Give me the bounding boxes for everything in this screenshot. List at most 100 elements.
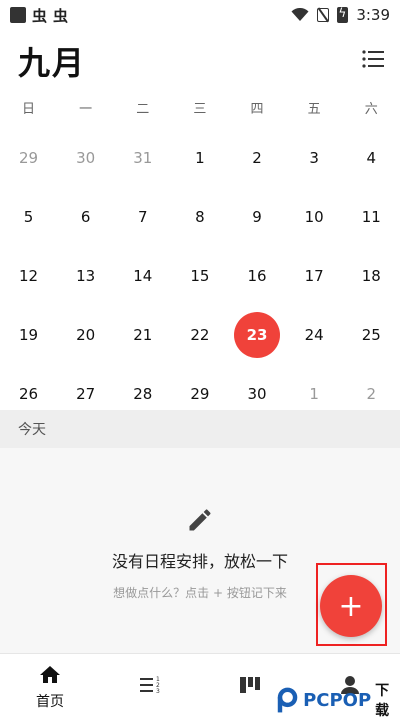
calendar-day-number: 28 xyxy=(133,384,153,403)
calendar-day[interactable]: 1 xyxy=(171,136,228,180)
calendar-day-number: 1 xyxy=(195,148,205,167)
pencil-icon xyxy=(189,509,211,531)
calendar-day-number: 14 xyxy=(133,266,153,285)
calendar-day[interactable]: 1 xyxy=(286,372,343,416)
calendar-day[interactable]: 14 xyxy=(114,254,171,298)
today-label: 今天 xyxy=(18,422,46,438)
calendar-week-row: 12 13 14 15 16 17 18 xyxy=(0,246,400,305)
calendar-day-number: 11 xyxy=(361,207,381,226)
calendar-day-number: 23 xyxy=(234,311,281,358)
calendar-day-number: 18 xyxy=(361,266,381,285)
calendar-day-number: 1 xyxy=(309,384,319,403)
calendar-day-number: 22 xyxy=(190,325,210,344)
calendar-day[interactable]: 20 xyxy=(57,313,114,357)
calendar-day[interactable]: 11 xyxy=(343,195,400,239)
calendar-day-number: 13 xyxy=(76,266,96,285)
calendar-day-number: 2 xyxy=(366,384,377,403)
calendar-day-number: 7 xyxy=(138,207,148,226)
today-section-header: 今天 xyxy=(0,410,400,448)
notification-icon-2: 虫 xyxy=(53,6,69,25)
calendar-day-number: 21 xyxy=(133,325,153,344)
list-icon[interactable] xyxy=(362,49,384,69)
status-left: 虫 虫 xyxy=(10,5,68,26)
nav-label-home: 首页 xyxy=(36,694,64,710)
calendar-day-number: 24 xyxy=(304,325,324,344)
calendar-day-today[interactable]: 23 xyxy=(229,311,286,358)
weekday-label: 日 xyxy=(22,102,36,117)
calendar-day-number: 29 xyxy=(19,148,39,167)
status-time: 3:39 xyxy=(356,6,390,24)
calendar-day[interactable]: 2 xyxy=(229,136,286,180)
calendar-day[interactable]: 7 xyxy=(114,195,171,239)
calendar-day[interactable]: 2 xyxy=(343,372,400,416)
calendar-day[interactable]: 13 xyxy=(57,254,114,298)
calendar-day[interactable]: 31 xyxy=(114,136,171,180)
calendar-day-number: 30 xyxy=(247,384,267,403)
weekday-header: 日 一 二 三 四 五 六 xyxy=(0,98,400,117)
calendar-day[interactable]: 27 xyxy=(57,372,114,416)
weekday-label: 一 xyxy=(79,102,93,117)
battery-charging-icon xyxy=(337,6,349,23)
calendar-day-number: 19 xyxy=(19,325,39,344)
calendar-day[interactable]: 21 xyxy=(114,313,171,357)
calendar-day[interactable]: 10 xyxy=(286,195,343,239)
nav-item-list[interactable]: 1 2 3 xyxy=(100,654,200,720)
calendar-day-number: 4 xyxy=(366,148,377,167)
calendar-day[interactable]: 28 xyxy=(114,372,171,416)
calendar-day[interactable]: 4 xyxy=(343,136,400,180)
calendar-day-number: 26 xyxy=(19,384,39,403)
calendar-day-number: 3 xyxy=(309,148,319,167)
calendar-day-number: 15 xyxy=(190,266,210,285)
calendar-day-number: 8 xyxy=(195,207,205,226)
calendar-day-number: 9 xyxy=(252,207,262,226)
calendar-day-number: 31 xyxy=(133,148,153,167)
calendar-grid: 29 30 31 1 2 3 4 5 6 7 8 9 10 11 12 13 14 15 16 17 18 19 20 21 2… xyxy=(0,128,400,423)
calendar-day[interactable]: 8 xyxy=(171,195,228,239)
home-icon xyxy=(40,666,60,683)
weekday-label: 五 xyxy=(307,102,321,117)
calendar-day-number: 16 xyxy=(247,266,267,285)
calendar-day[interactable]: 29 xyxy=(0,136,57,180)
calendar-day[interactable]: 5 xyxy=(0,195,57,239)
calendar-week-row: 5 6 7 8 9 10 11 xyxy=(0,187,400,246)
add-event-button[interactable]: + xyxy=(320,575,382,637)
calendar-day[interactable]: 6 xyxy=(57,195,114,239)
calendar-week-row: 29 30 31 1 2 3 4 xyxy=(0,128,400,187)
weekday-label: 三 xyxy=(193,102,207,117)
calendar-day[interactable]: 25 xyxy=(343,313,400,357)
calendar-day[interactable]: 30 xyxy=(229,372,286,416)
board-icon xyxy=(240,677,260,693)
calendar-day[interactable]: 12 xyxy=(0,254,57,298)
calendar-day-number: 30 xyxy=(76,148,96,167)
app-square-icon xyxy=(10,7,26,23)
watermark-suffix: 下载 xyxy=(375,683,390,719)
pcpop-logo-icon xyxy=(277,687,298,713)
calendar-day[interactable]: 22 xyxy=(171,313,228,357)
calendar-day[interactable]: 9 xyxy=(229,195,286,239)
calendar-day-number: 12 xyxy=(19,266,39,285)
calendar-week-row: 19 20 21 22 23 24 25 xyxy=(0,305,400,364)
calendar-day-number: 2 xyxy=(252,148,262,167)
nav-item-home[interactable]: 首页 xyxy=(0,654,100,720)
calendar-day[interactable]: 29 xyxy=(171,372,228,416)
notification-icon-1: 虫 xyxy=(32,6,48,25)
wifi-icon xyxy=(291,8,309,21)
calendar-day-number: 27 xyxy=(76,384,96,403)
header: 九月 xyxy=(0,38,400,88)
calendar-day[interactable]: 26 xyxy=(0,372,57,416)
calendar-day[interactable]: 16 xyxy=(229,254,286,298)
list-numbered-icon: 1 2 3 xyxy=(140,676,160,695)
no-sim-icon xyxy=(317,8,330,22)
calendar-day[interactable]: 19 xyxy=(0,313,57,357)
calendar-day[interactable]: 18 xyxy=(343,254,400,298)
status-right: 3:39 xyxy=(291,6,390,24)
watermark-brand: PCPOP xyxy=(303,689,372,711)
calendar-day[interactable]: 15 xyxy=(171,254,228,298)
watermark: PCPOP 下载 xyxy=(276,680,400,720)
calendar-day[interactable]: 3 xyxy=(286,136,343,180)
calendar-day[interactable]: 24 xyxy=(286,313,343,357)
calendar-day[interactable]: 30 xyxy=(57,136,114,180)
calendar-day[interactable]: 17 xyxy=(286,254,343,298)
svg-text:3: 3 xyxy=(156,688,160,695)
weekday-label: 二 xyxy=(136,102,150,117)
